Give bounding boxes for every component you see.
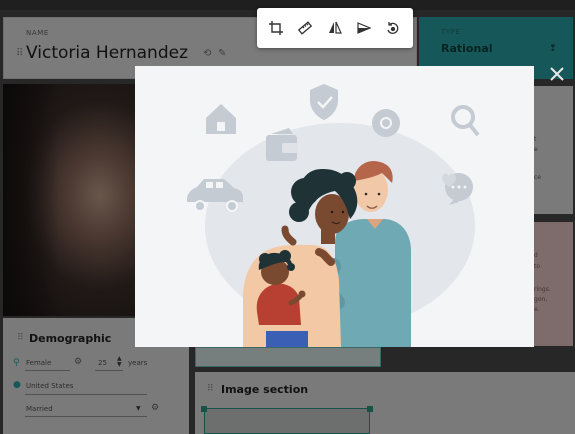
home-icon — [206, 104, 236, 134]
image-preview — [135, 66, 534, 347]
ruler-icon[interactable] — [295, 18, 315, 38]
close-icon[interactable] — [547, 64, 567, 84]
chrome-icon — [372, 109, 400, 137]
flip-icon[interactable] — [325, 18, 345, 38]
image-toolbar — [257, 8, 413, 48]
shield-icon — [310, 84, 338, 120]
family-illustration — [187, 84, 480, 347]
rotate-icon[interactable] — [383, 18, 403, 38]
crop-icon[interactable] — [266, 18, 286, 38]
straighten-icon[interactable] — [354, 18, 374, 38]
search-icon — [451, 105, 480, 137]
